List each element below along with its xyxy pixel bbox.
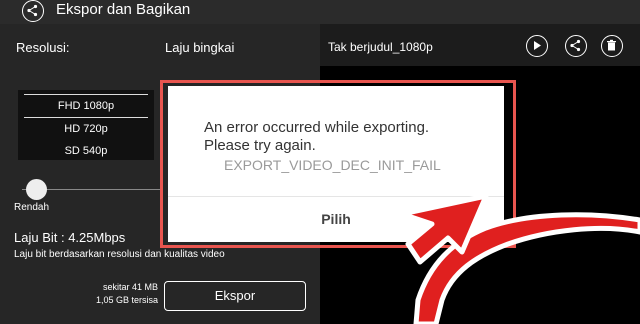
- error-dialog: An error occurred while exporting. Pleas…: [168, 86, 504, 242]
- framerate-label: Laju bingkai: [165, 40, 235, 55]
- quality-label: Rendah: [14, 202, 50, 213]
- resolution-label: Resolusi:: [16, 40, 70, 55]
- bitrate-label: Laju Bit : 4.25Mbps: [14, 230, 126, 245]
- dialog-ok-button[interactable]: Pilih: [168, 196, 504, 242]
- dialog-message-line1: An error occurred while exporting.: [204, 119, 430, 136]
- top-bar: Ekspor dan Bagikan: [0, 0, 640, 24]
- play-icon[interactable]: [526, 35, 548, 57]
- size-estimate: sekitar 41 MB: [102, 282, 158, 292]
- space-left: 1,05 GB tersisa: [95, 295, 158, 305]
- share-back-icon[interactable]: [22, 0, 44, 22]
- page-title: Ekspor dan Bagikan: [56, 1, 191, 18]
- dialog-message-line2: Please try again.: [204, 137, 316, 154]
- export-button[interactable]: Ekspor: [164, 281, 306, 311]
- dialog-message: An error occurred while exporting. Pleas…: [204, 119, 429, 155]
- share-icon[interactable]: [565, 35, 587, 57]
- resolution-picker[interactable]: FHD 1080p HD 720p SD 540p: [18, 90, 154, 160]
- picker-divider: [24, 117, 148, 118]
- trash-icon[interactable]: [601, 35, 623, 57]
- resolution-option-sd[interactable]: SD 540p: [18, 145, 154, 157]
- quality-slider-thumb[interactable]: [26, 179, 47, 200]
- preview-title: Tak berjudul_1080p: [328, 40, 433, 54]
- dialog-error-code: EXPORT_VIDEO_DEC_INIT_FAIL: [224, 157, 441, 173]
- picker-divider: [24, 94, 148, 95]
- resolution-option-fhd[interactable]: FHD 1080p: [18, 100, 154, 112]
- bitrate-note: Laju bit berdasarkan resolusi dan kualit…: [14, 249, 225, 260]
- resolution-option-hd[interactable]: HD 720p: [18, 123, 154, 135]
